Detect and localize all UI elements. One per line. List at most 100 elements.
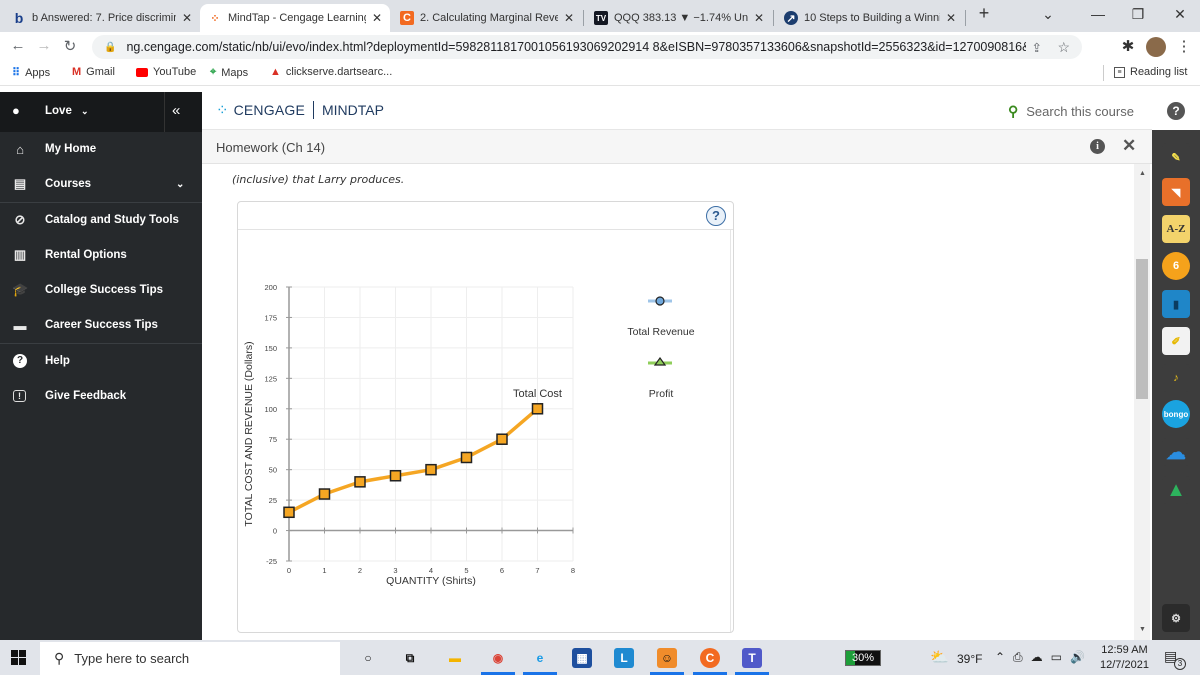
y-tick-label: 0 xyxy=(273,527,277,536)
back-button[interactable]: ← xyxy=(8,37,28,54)
bookmark-maps[interactable]: ⌖ Maps xyxy=(210,66,248,79)
data-point-total-cost xyxy=(460,451,473,464)
profile-avatar[interactable] xyxy=(1146,37,1166,57)
bongo-icon[interactable]: bongo xyxy=(1162,400,1190,428)
tab-bartleby[interactable]: b b Answered: 7. Price discrimin ✕ xyxy=(4,4,200,32)
readspeaker-icon[interactable]: ♪ xyxy=(1162,364,1190,392)
onedrive-icon[interactable]: ☁ xyxy=(1162,438,1190,466)
bookmark-star-icon[interactable]: ☆ xyxy=(1057,39,1070,56)
sidebar-item-rental-options[interactable]: ▥ Rental Options xyxy=(0,238,202,272)
x-tick-label: 2 xyxy=(358,566,362,575)
book-icon[interactable]: ▮ xyxy=(1162,290,1190,318)
sidebar-item-college-success[interactable]: 🎓 College Success Tips xyxy=(0,273,202,307)
bookmark-apps[interactable]: ⠿ Apps xyxy=(12,66,50,80)
close-tab-icon[interactable]: ✕ xyxy=(946,11,956,25)
taskbar-app-file-explorer-icon[interactable]: ▬ xyxy=(445,648,465,668)
taskbar-app-edge-icon[interactable]: e xyxy=(530,648,550,668)
tab-mindtap[interactable]: ⁘ MindTap - Cengage Learning ✕ xyxy=(200,4,390,32)
apps-grid-icon: ⠿ xyxy=(12,67,21,79)
taskbar-app-store-icon[interactable]: ▦ xyxy=(572,648,592,668)
info-icon[interactable]: i xyxy=(1090,139,1105,154)
taskbar-app-task-view-icon[interactable]: ⧉ xyxy=(400,648,420,668)
browser-menu-icon[interactable]: ⋮ xyxy=(1174,37,1194,55)
activity-title: Homework (Ch 14) xyxy=(216,140,326,155)
graduation-cap-icon: 🎓 xyxy=(12,282,29,297)
y-tick-label: 150 xyxy=(264,344,277,353)
bookmark-clickserve[interactable]: ▲ clickserve.dartsearc... xyxy=(270,66,392,78)
close-activity-button[interactable]: ✕ xyxy=(1122,136,1136,156)
x-tick-label: 5 xyxy=(464,566,468,575)
clock[interactable]: 12:59 AM 12/7/2021 xyxy=(1100,643,1149,673)
cengage-icon: ⁘ xyxy=(210,12,220,25)
help-icon[interactable]: ? xyxy=(1167,102,1185,120)
progress-icon[interactable]: 6 xyxy=(1162,252,1190,280)
legend-tool-total-revenue[interactable] xyxy=(648,295,672,306)
taskbar-search[interactable]: ⚲ Type here to search xyxy=(40,642,340,675)
forward-button[interactable]: → xyxy=(34,37,54,54)
address-bar[interactable]: 🔒 ng.cengage.com/static/nb/ui/evo/index.… xyxy=(92,35,1082,59)
scroll-up-icon[interactable]: ▲ xyxy=(1139,170,1146,177)
taskbar-app-lockdown-icon[interactable]: L xyxy=(614,648,634,668)
taskbar-app-teams-icon[interactable]: T xyxy=(742,648,762,668)
cengage-mindtap-logo[interactable]: ⁘ CENGAGE MINDTAP xyxy=(216,101,384,119)
windows-taskbar: ⚲ Type here to search ○ ⧉ ▬ ◉ e ▦ L ☺ C T 30% ⛅ 3… xyxy=(0,640,1200,675)
scroll-down-icon[interactable]: ▼ xyxy=(1139,626,1146,633)
bookmark-label: Gmail xyxy=(86,66,115,78)
reload-button[interactable]: ↻ xyxy=(60,37,80,55)
x-tick-label: 0 xyxy=(287,566,291,575)
product-name: MINDTAP xyxy=(322,102,384,118)
legend-tool-profit[interactable] xyxy=(648,356,672,366)
new-tab-button[interactable]: + xyxy=(974,3,994,24)
sidebar-item-label: My Home xyxy=(45,143,97,155)
close-tab-icon[interactable]: ✕ xyxy=(372,11,382,25)
close-window-button[interactable]: ✕ xyxy=(1170,6,1190,23)
sidebar-item-catalog[interactable]: ⊘ Catalog and Study Tools xyxy=(0,203,202,237)
minimize-button[interactable]: — xyxy=(1088,6,1108,22)
sidebar-item-career-success[interactable]: ▬ Career Success Tips xyxy=(0,308,202,342)
taskbar-app-app-orange-icon[interactable]: ☺ xyxy=(657,648,677,668)
taskbar-app-cengage-icon[interactable]: C xyxy=(700,648,720,668)
sidebar-item-courses[interactable]: ▤ Courses ⌄ xyxy=(0,167,202,201)
tab-10-steps[interactable]: ↗ 10 Steps to Building a Winnin ✕ xyxy=(776,4,964,32)
rss-icon[interactable]: ◥ xyxy=(1162,178,1190,206)
notes-icon[interactable]: ✐ xyxy=(1162,327,1190,355)
sidebar-item-my-home[interactable]: ⌂ My Home xyxy=(0,132,202,166)
taskbar-app-chrome-icon[interactable]: ◉ xyxy=(488,648,508,668)
content-scrollbar[interactable]: ▲ ▼ xyxy=(1134,164,1150,640)
y-tick-label: 75 xyxy=(269,435,277,444)
windows-start-icon[interactable] xyxy=(11,650,27,666)
close-tab-icon[interactable]: ✕ xyxy=(754,11,764,25)
extra-icon[interactable]: ⚙ xyxy=(1162,604,1190,632)
weather-temp[interactable]: 39°F xyxy=(957,652,982,666)
sidebar-item-give-feedback[interactable]: ! Give Feedback xyxy=(0,379,202,413)
extensions-icon[interactable]: ✱ xyxy=(1118,37,1138,55)
tab-qqq[interactable]: TV QQQ 383.13 ▼ −1.74% Unna ✕ xyxy=(586,4,772,32)
legend-label-total-revenue: Total Revenue xyxy=(627,326,695,338)
bookmark-youtube[interactable]: YouTube xyxy=(136,66,196,78)
highlighter-icon[interactable]: ✎ xyxy=(1162,143,1190,171)
close-tab-icon[interactable]: ✕ xyxy=(182,11,192,25)
sidebar-item-label: Help xyxy=(45,355,70,367)
share-icon[interactable]: ⇪ xyxy=(1032,40,1042,55)
tab-label: 2. Calculating Marginal Reven xyxy=(420,12,558,24)
restore-button[interactable]: ❐ xyxy=(1128,6,1148,23)
scrollbar-thumb[interactable] xyxy=(1136,259,1148,399)
close-tab-icon[interactable]: ✕ xyxy=(564,11,574,25)
bookmark-gmail[interactable]: M Gmail xyxy=(72,66,115,78)
collapse-sidebar-button[interactable]: « xyxy=(172,102,180,119)
tab-label: 10 Steps to Building a Winnin xyxy=(804,12,940,24)
search-course[interactable]: ⚲ Search this course xyxy=(1008,103,1134,120)
user-menu[interactable]: Love ⌄ xyxy=(45,105,89,117)
data-point-total-cost xyxy=(283,506,295,519)
tab-search-button[interactable]: ⌄ xyxy=(1038,6,1058,23)
x-tick-label: 6 xyxy=(500,566,504,575)
system-tray-icons[interactable]: ⌃⎙☁▭🔊 xyxy=(995,650,1093,665)
reading-list-button[interactable]: ≡ Reading list xyxy=(1114,66,1187,78)
tab-calculating-marginal-revenue[interactable]: C 2. Calculating Marginal Reven ✕ xyxy=(392,4,582,32)
sidebar-item-help[interactable]: ? Help xyxy=(0,344,202,378)
taskbar-app-cortana-icon[interactable]: ○ xyxy=(358,648,378,668)
dictionary-icon[interactable]: A-Z xyxy=(1162,215,1190,243)
google-drive-icon[interactable]: ▲ xyxy=(1162,476,1190,504)
battery-indicator[interactable]: 30% xyxy=(845,650,881,666)
y-tick-label: 175 xyxy=(264,313,277,322)
